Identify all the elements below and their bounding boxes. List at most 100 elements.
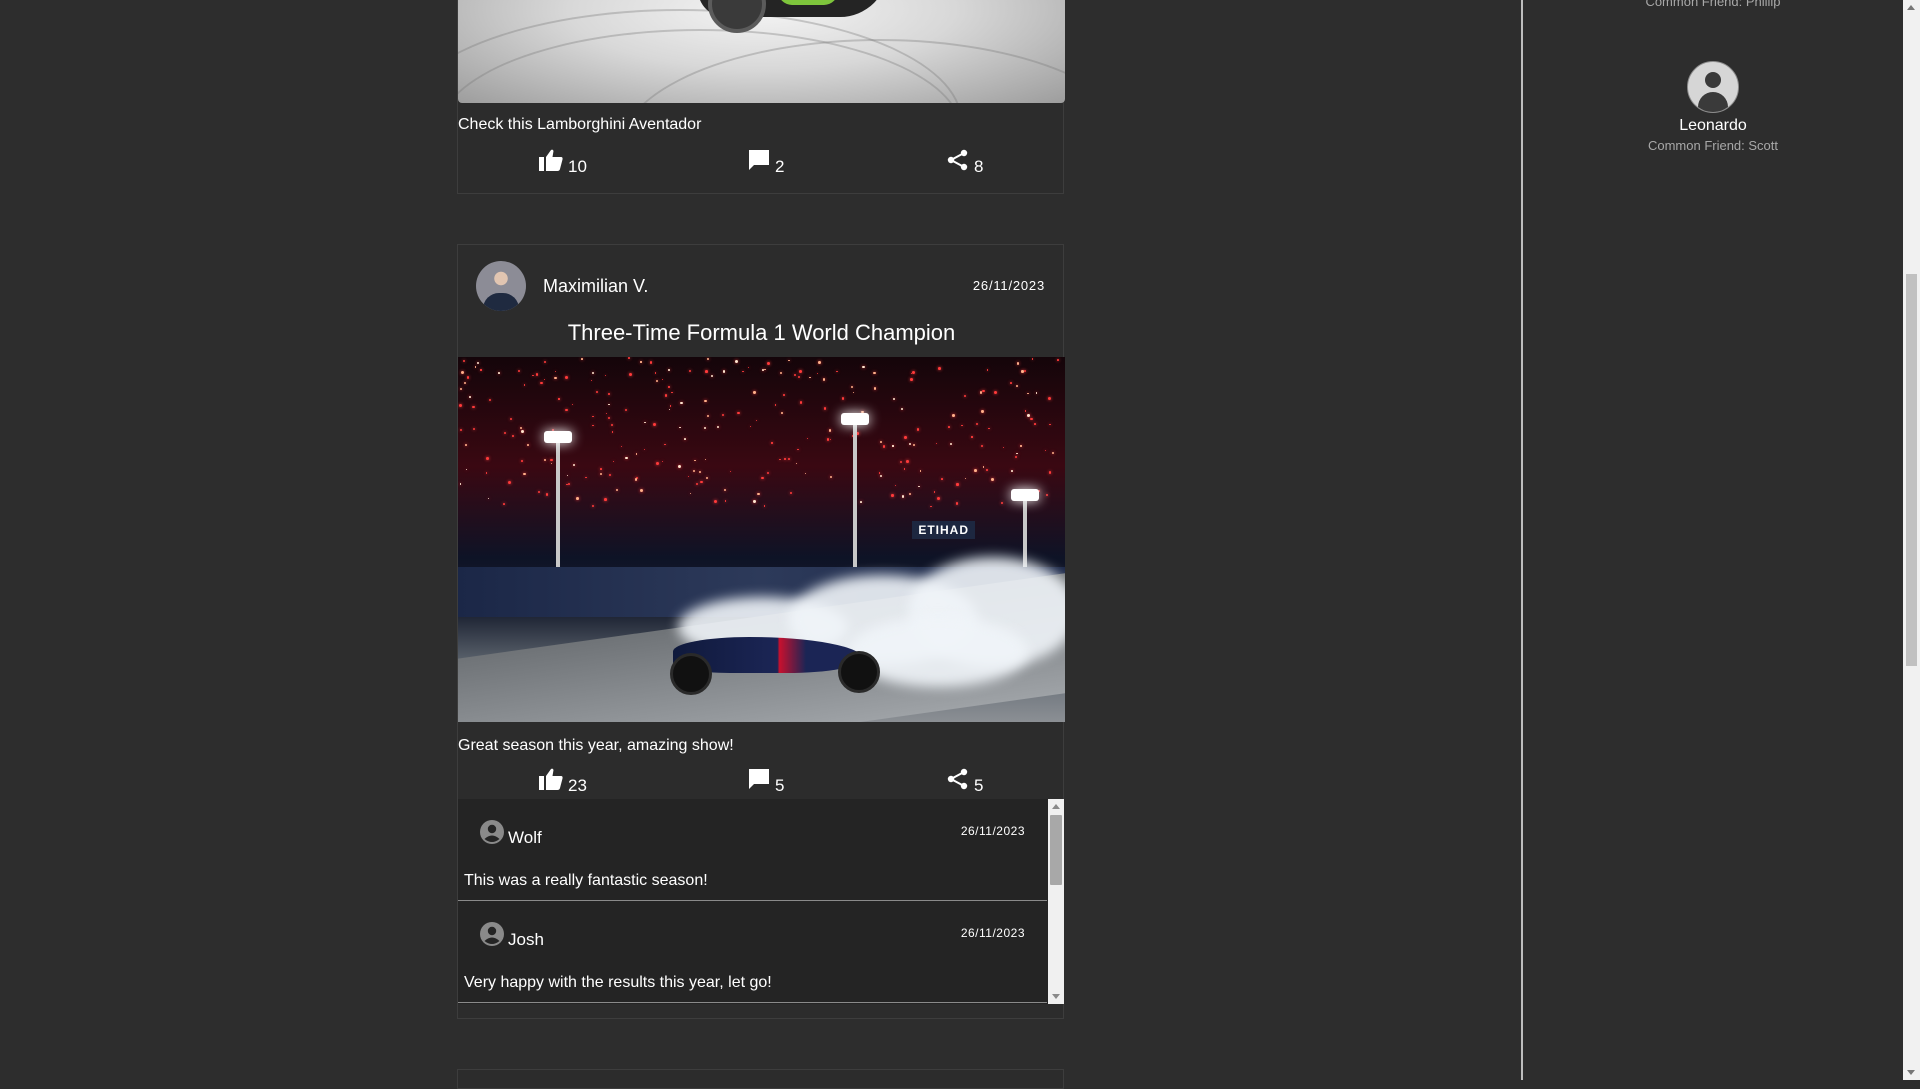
firework-spark [692, 469, 696, 472]
firework-spark [523, 384, 525, 386]
firework-spark [903, 468, 905, 470]
floodlight [841, 413, 869, 569]
firework-spark [893, 398, 895, 400]
firework-spark [901, 494, 905, 498]
firework-spark [753, 391, 756, 394]
firework-spark [509, 417, 513, 420]
firework-spark [916, 428, 920, 431]
firework-spark [862, 365, 865, 369]
firework-spark [852, 391, 854, 394]
firework-spark [485, 472, 488, 474]
firework-spark [459, 428, 463, 432]
scroll-down-arrow-icon[interactable] [1052, 994, 1060, 999]
firework-spark [604, 498, 607, 501]
share-button[interactable]: 8 [947, 149, 983, 175]
scrollbar-thumb[interactable] [1050, 815, 1062, 885]
firework-spark [779, 371, 783, 375]
firework-spark [1024, 410, 1027, 412]
comment-button[interactable]: 5 [748, 768, 784, 794]
firework-spark [679, 427, 681, 429]
firework-spark [955, 502, 958, 505]
comment-author[interactable]: Josh [508, 930, 544, 950]
firework-spark [755, 419, 758, 422]
post-image[interactable] [458, 0, 1065, 103]
firework-spark [1030, 417, 1033, 421]
post-card: Check this Lamborghini Aventador 10 2 8 [457, 0, 1065, 194]
firework-spark [766, 362, 770, 366]
firework-spark [461, 371, 465, 375]
firework-spark [724, 489, 727, 492]
firework-spark [981, 445, 984, 448]
firework-spark [873, 371, 877, 375]
like-button[interactable]: 10 [539, 149, 587, 175]
comment-count: 5 [775, 776, 785, 795]
firework-spark [790, 492, 792, 494]
comment-icon [749, 150, 769, 170]
share-count: 5 [974, 776, 984, 795]
firework-spark [909, 378, 913, 382]
firework-spark [572, 463, 575, 466]
firework-spark [1010, 382, 1013, 384]
firework-spark [1017, 362, 1020, 365]
firework-spark [908, 442, 912, 446]
firework-spark [1027, 393, 1029, 395]
firework-spark [498, 372, 501, 375]
firework-spark [543, 360, 546, 364]
firework-spark [986, 369, 988, 371]
firework-spark [468, 395, 471, 398]
scroll-up-arrow-icon[interactable] [1907, 5, 1915, 10]
firework-spark [591, 379, 593, 382]
friend-suggestion[interactable]: Leonardo Common Friend: Scott [1523, 61, 1903, 153]
post-card: Maximilian V. 26/11/2023 Three-Time Form… [457, 244, 1065, 1019]
friend-common-label: Common Friend: Scott [1647, 138, 1779, 153]
firework-spark [1049, 423, 1051, 426]
firework-spark [643, 449, 645, 451]
firework-spark [949, 442, 952, 445]
firework-spark [971, 436, 973, 438]
firework-spark [906, 459, 909, 463]
comment-button[interactable]: 2 [748, 149, 784, 175]
comment-author[interactable]: Wolf [508, 828, 542, 848]
share-icon [947, 768, 968, 790]
firework-spark [716, 426, 720, 429]
firework-spark [860, 501, 863, 503]
post-author[interactable]: Maximilian V. [543, 276, 648, 297]
firework-spark [680, 401, 683, 405]
firework-spark [982, 465, 985, 468]
firework-spark [1011, 470, 1014, 472]
comment-item: Wolf 26/11/2023 This was a really fantas… [458, 799, 1047, 901]
share-button[interactable]: 5 [947, 768, 983, 794]
like-button[interactable]: 23 [539, 768, 587, 794]
firework-spark [829, 475, 833, 479]
scroll-up-arrow-icon[interactable] [1052, 804, 1060, 809]
comments-panel[interactable]: Wolf 26/11/2023 This was a really fantas… [458, 799, 1064, 1004]
firework-spark [930, 505, 932, 507]
firework-spark [554, 377, 557, 380]
page-scrollbar-thumb[interactable] [1906, 274, 1917, 666]
firework-spark [753, 500, 756, 503]
firework-spark [710, 375, 713, 378]
friend-name[interactable]: Leonardo [1523, 117, 1903, 135]
firework-spark [503, 431, 507, 435]
sponsor-sign: ETIHAD [912, 521, 975, 539]
firework-spark [737, 411, 740, 415]
scroll-down-arrow-icon[interactable] [1907, 1070, 1915, 1075]
firework-spark [640, 361, 642, 363]
comments-scrollbar[interactable] [1048, 799, 1064, 1004]
firework-spark [636, 453, 638, 455]
firework-spark [668, 386, 670, 388]
firework-spark [652, 422, 656, 426]
firework-spark [576, 497, 580, 500]
firework-spark [640, 489, 644, 493]
author-avatar[interactable] [476, 261, 526, 311]
firework-spark [612, 431, 614, 433]
post-image[interactable]: ETIHAD [458, 357, 1065, 722]
page-scrollbar[interactable] [1903, 0, 1920, 1080]
firework-spark [714, 499, 718, 503]
firework-spark [981, 410, 984, 413]
firework-spark [799, 400, 803, 404]
firework-spark [913, 444, 916, 447]
firework-spark [465, 468, 467, 471]
firework-spark [629, 373, 633, 377]
firework-spark [538, 490, 541, 493]
